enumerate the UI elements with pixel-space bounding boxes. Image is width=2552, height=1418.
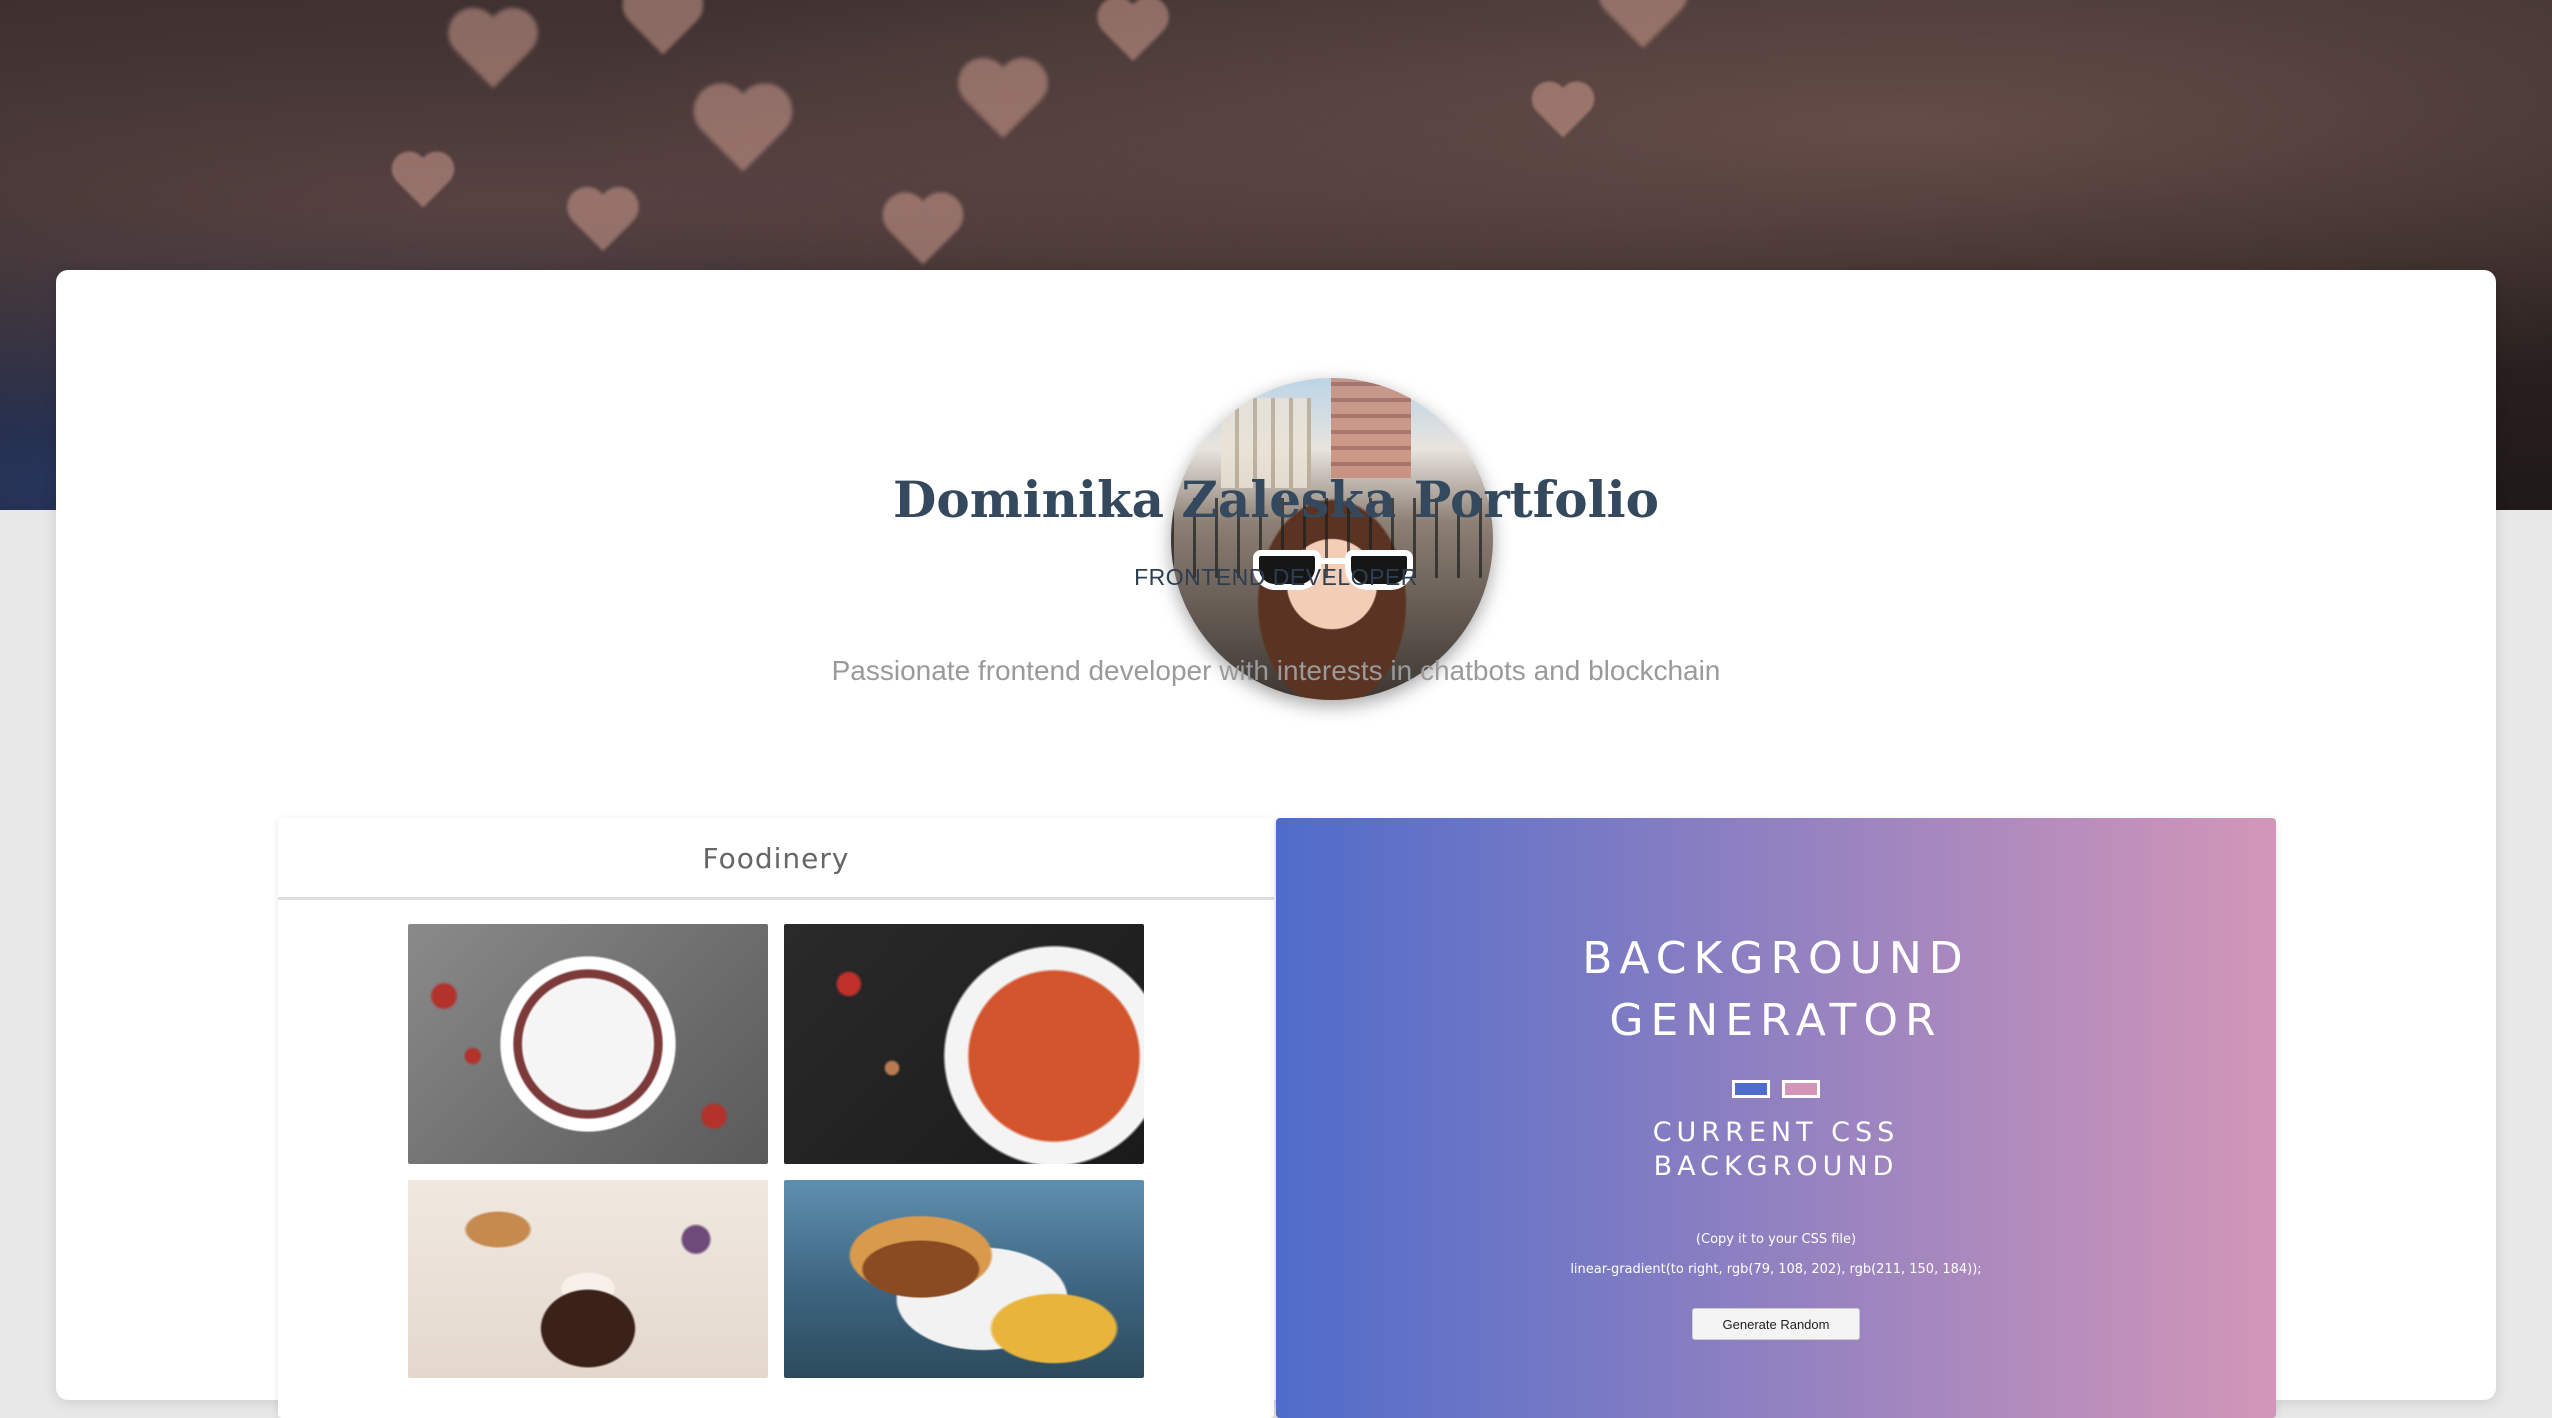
project-card-background-generator[interactable]: BACKGROUND GENERATOR CURRENT CSS BACKGRO…: [1276, 818, 2276, 1418]
generate-random-button[interactable]: Generate Random: [1692, 1308, 1860, 1340]
css-value: linear-gradient(to right, rgb(79, 108, 2…: [1570, 1262, 1982, 1277]
bio-text: Passionate frontend developer with inter…: [831, 655, 1721, 686]
food-image-smoothie-bowl: [408, 924, 768, 1164]
generator-title-line1: BACKGROUND: [1582, 933, 1970, 984]
current-css-heading-line2: BACKGROUND: [1653, 1151, 1899, 1182]
current-css-heading: CURRENT CSS BACKGROUND: [1276, 1116, 2276, 1184]
project-title: Foodinery: [278, 818, 1274, 900]
page-title: Dominika Zaleska Portfolio: [893, 470, 1659, 529]
role-subtitle: FRONTEND DEVELOPER: [1134, 564, 1418, 590]
heart-bokeh: [1099, 0, 1168, 67]
profile-card: Dominika Zaleska Portfolio FRONTEND DEVE…: [56, 270, 2496, 1418]
color-picker-1[interactable]: [1732, 1080, 1770, 1098]
heart-bokeh: [450, 10, 536, 96]
project-card-foodinery[interactable]: Foodinery: [278, 818, 1274, 1418]
food-image-dessert: [408, 1180, 768, 1378]
food-image-burger: [784, 1180, 1144, 1378]
profile-avatar: [1171, 378, 1493, 700]
heart-bokeh: [393, 153, 453, 213]
copy-hint: (Copy it to your CSS file): [1695, 1232, 1857, 1247]
food-image-soup: [784, 924, 1144, 1164]
heart-bokeh: [884, 194, 961, 271]
color-picker-2[interactable]: [1782, 1080, 1820, 1098]
generator-title: BACKGROUND GENERATOR: [1276, 928, 2276, 1052]
heart-bokeh: [624, 0, 701, 62]
avatar-background-building: [1331, 378, 1411, 478]
heart-bokeh: [569, 189, 638, 258]
color-swatches: [1732, 1080, 1822, 1100]
current-css-heading-line1: CURRENT CSS: [1652, 1117, 1900, 1148]
generator-title-line2: GENERATOR: [1609, 995, 1943, 1046]
heart-bokeh: [1533, 83, 1593, 143]
heart-bokeh: [1600, 0, 1686, 56]
heart-bokeh: [696, 86, 791, 181]
heart-bokeh: [960, 60, 1046, 146]
